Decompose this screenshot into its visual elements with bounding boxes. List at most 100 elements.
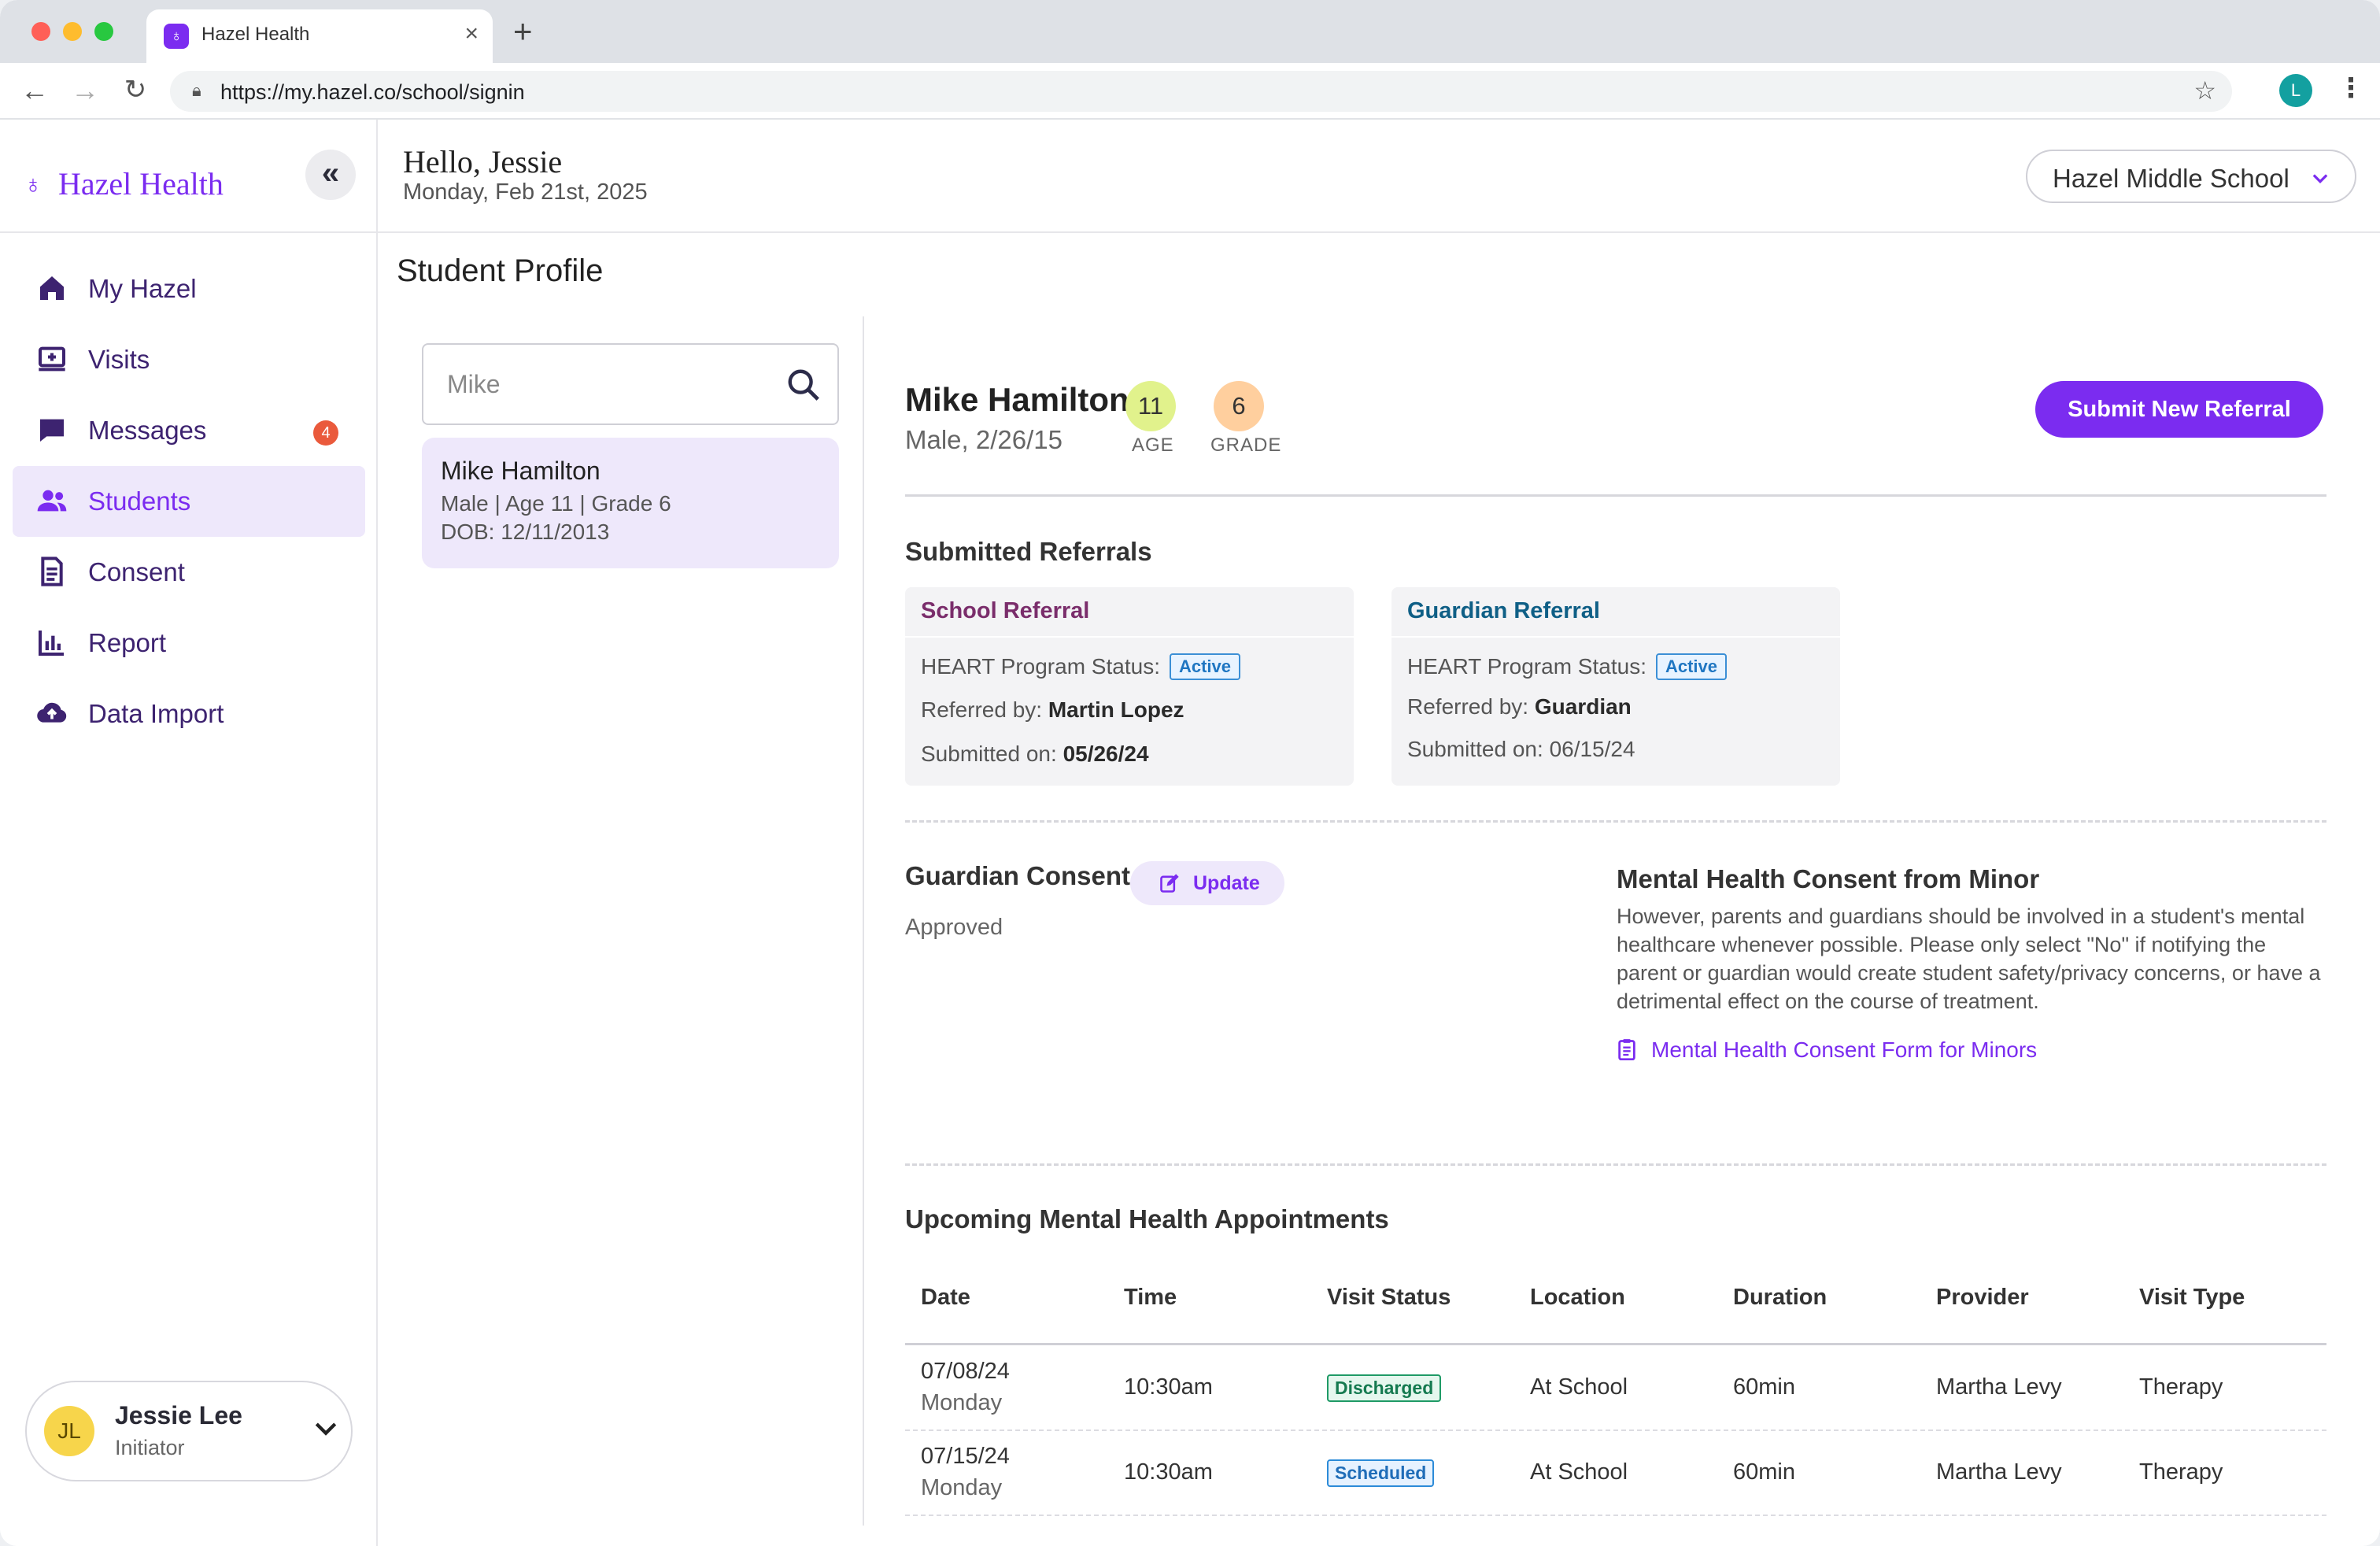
chart-icon — [36, 627, 68, 658]
visits-icon — [36, 343, 68, 375]
age-badge: 11 — [1125, 381, 1176, 431]
browser-window: ♁ Hazel Health × + ← → ↻ 🔒︎ https://my.h… — [0, 0, 2380, 1546]
cell-day: Monday — [921, 1475, 1003, 1500]
lock-icon: 🔒︎ — [192, 80, 201, 100]
column-header[interactable]: Date — [921, 1285, 970, 1311]
student-profile-panel: Mike Mike Hamilton Male | Age 11 | Grade… — [397, 316, 2360, 1526]
referral-card[interactable]: School Referral HEART Program Status: Act… — [905, 587, 1354, 786]
reload-icon[interactable]: ↻ — [120, 74, 151, 105]
profile-divider — [905, 494, 2326, 497]
submitted-date: 06/15/24 — [1549, 737, 1635, 761]
chevron-down-icon — [2312, 174, 2328, 183]
update-consent-button[interactable]: Update — [1130, 861, 1284, 905]
minimize-window-button[interactable] — [63, 22, 82, 41]
column-header[interactable]: Duration — [1733, 1285, 1827, 1311]
table-row[interactable]: 07/08/24 Monday 10:30am Discharged At Sc… — [905, 1346, 2326, 1431]
referred-by: Referred by: Guardian — [1407, 694, 1632, 719]
submit-new-referral-button[interactable]: Submit New Referral — [2035, 381, 2323, 438]
unread-badge: 4 — [313, 420, 338, 446]
users-icon — [36, 485, 68, 516]
student-gender-dob: Male, 2/26/15 — [905, 425, 1062, 454]
user-role: Initiator — [115, 1436, 185, 1459]
browser-tab[interactable]: ♁ Hazel Health × — [146, 9, 493, 63]
result-meta: Male | Age 11 | Grade 6 — [441, 491, 671, 516]
forward-icon[interactable]: → — [69, 74, 101, 107]
sidebar-item-label: My Hazel — [88, 274, 197, 303]
cell-time: 10:30am — [1124, 1459, 1213, 1485]
section-divider — [905, 820, 2326, 823]
cell-duration: 60min — [1733, 1374, 1795, 1400]
url-text[interactable]: https://my.hazel.co/school/signin — [220, 80, 525, 105]
table-row[interactable]: 07/15/24 Monday 10:30am Scheduled At Sch… — [905, 1431, 2326, 1516]
column-header[interactable]: Location — [1530, 1285, 1625, 1311]
cell-provider: Martha Levy — [1936, 1374, 2062, 1400]
student-search-input[interactable]: Mike — [422, 343, 839, 425]
tab-title: Hazel Health — [201, 24, 310, 45]
sidebar-item-messages[interactable]: Messages 4 — [13, 395, 365, 466]
back-icon[interactable]: ← — [19, 74, 50, 107]
new-tab-button[interactable]: + — [513, 13, 533, 50]
cell-visit-type: Therapy — [2139, 1459, 2223, 1485]
sidebar-item-label: Consent — [88, 557, 185, 586]
sidebar-item-data-import[interactable]: Data Import — [13, 679, 365, 749]
message-icon — [36, 414, 68, 446]
search-result-item[interactable]: Mike Hamilton Male | Age 11 | Grade 6 DO… — [422, 438, 839, 568]
referral-title: School Referral — [921, 598, 1090, 623]
status-badge: Scheduled — [1327, 1459, 1435, 1487]
column-header[interactable]: Visit Status — [1327, 1285, 1451, 1311]
browser-profile-avatar[interactable]: L — [2279, 74, 2312, 107]
chevron-down-icon — [315, 1422, 337, 1436]
student-detail: Mike Hamilton Male, 2/26/15 11 AGE 6 GRA… — [864, 316, 2360, 1526]
close-window-button[interactable] — [31, 22, 50, 41]
sidebar-item-consent[interactable]: Consent — [13, 537, 365, 608]
referral-card[interactable]: Guardian Referral HEART Program Status: A… — [1391, 587, 1840, 786]
submitted-label: Submitted on: — [1407, 737, 1543, 761]
column-header[interactable]: Visit Type — [2139, 1285, 2245, 1311]
sidebar-item-label: Students — [88, 486, 191, 516]
program-status: HEART Program Status: Active — [1407, 653, 1728, 680]
sidebar-item-label: Messages — [88, 416, 207, 445]
cloud-upload-icon — [36, 697, 68, 729]
status-badge: Active — [1169, 653, 1241, 680]
sidebar: ♁ Hazel Health « My Hazel Visits Message… — [0, 120, 378, 1546]
sidebar-item-report[interactable]: Report — [13, 608, 365, 679]
maximize-window-button[interactable] — [94, 22, 113, 41]
program-status: HEART Program Status: Active — [921, 653, 1241, 680]
sidebar-item-label: Data Import — [88, 699, 224, 728]
consent-form-link-label: Mental Health Consent Form for Minors — [1651, 1037, 2038, 1062]
page-title: Student Profile — [397, 253, 604, 288]
sidebar-item-visits[interactable]: Visits — [13, 324, 365, 395]
status-badge: Discharged — [1327, 1374, 1442, 1402]
cell-provider: Martha Levy — [1936, 1459, 2062, 1485]
address-bar[interactable]: 🔒︎ https://my.hazel.co/school/signin ☆ — [170, 71, 2232, 112]
school-selector[interactable]: Hazel Middle School — [2026, 150, 2356, 203]
appointments-title: Upcoming Mental Health Appointments — [905, 1204, 1389, 1233]
sidebar-item-my-hazel[interactable]: My Hazel — [13, 253, 365, 324]
hazel-logo-icon: ♁ — [24, 170, 42, 198]
hazel-favicon-icon: ♁ — [164, 24, 189, 49]
column-header[interactable]: Time — [1124, 1285, 1177, 1311]
column-header[interactable]: Provider — [1936, 1285, 2029, 1311]
referred-label: Referred by: — [1407, 694, 1529, 719]
search-icon[interactable] — [785, 367, 822, 403]
greeting: Hello, Jessie — [403, 144, 563, 179]
collapse-sidebar-button[interactable]: « — [305, 150, 356, 200]
status-badge: Active — [1655, 653, 1728, 680]
current-date: Monday, Feb 21st, 2025 — [403, 179, 648, 205]
submitted-on: Submitted on: 05/26/24 — [921, 742, 1149, 767]
cell-location: At School — [1530, 1459, 1628, 1485]
user-menu[interactable]: JL Jessie Lee Initiator — [25, 1381, 353, 1481]
clipboard-icon — [1618, 1039, 1635, 1060]
sidebar-divider — [0, 231, 378, 233]
sidebar-item-students[interactable]: Students — [13, 466, 365, 537]
bookmark-star-icon[interactable]: ☆ — [2193, 76, 2216, 105]
consent-status: Approved — [905, 915, 1003, 940]
browser-toolbar: ← → ↻ 🔒︎ https://my.hazel.co/school/sign… — [0, 63, 2380, 120]
tab-close-icon[interactable]: × — [464, 20, 479, 47]
document-icon — [36, 556, 68, 587]
minor-consent-title: Mental Health Consent from Minor — [1617, 864, 2040, 893]
grade-label: GRADE — [1210, 435, 1282, 456]
section-divider — [905, 1163, 2326, 1166]
consent-form-link[interactable]: Mental Health Consent Form for Minors — [1617, 1037, 2037, 1063]
browser-menu-icon[interactable]: ⋮ — [2338, 72, 2364, 104]
